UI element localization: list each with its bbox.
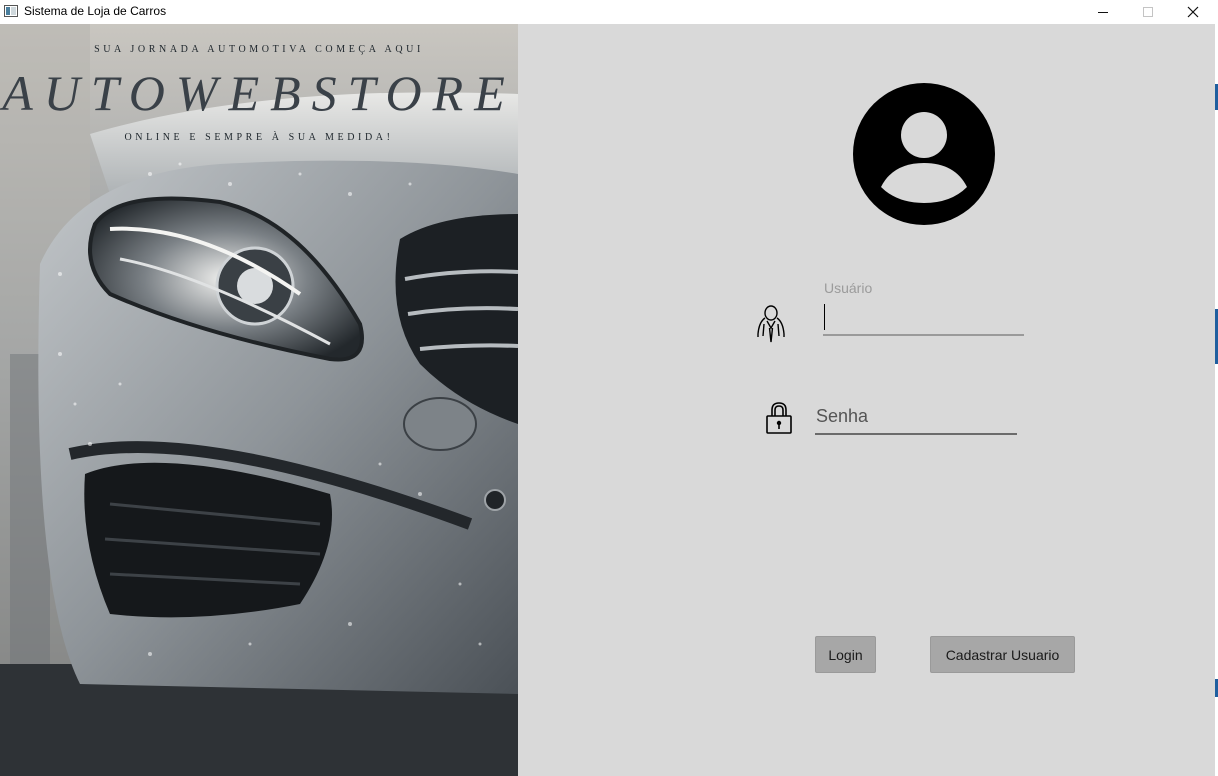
app-icon — [4, 5, 18, 17]
text-caret — [824, 304, 825, 330]
padlock-icon — [766, 402, 792, 434]
maximize-button[interactable] — [1125, 0, 1171, 24]
hero-tagline-bottom: ONLINE E SEMPRE À SUA MEDIDA! — [124, 132, 394, 143]
window-title: Sistema de Loja de Carros — [24, 4, 167, 18]
close-icon — [1187, 6, 1199, 18]
hero-tagline-top: SUA JORNADA AUTOMOTIVA COMEÇA AQUI — [94, 44, 424, 55]
register-user-button[interactable]: Cadastrar Usuario — [930, 636, 1075, 673]
hero-panel: SUA JORNADA AUTOMOTIVA COMEÇA AQUI AUTOW… — [0, 24, 518, 776]
username-label: Usuário — [824, 280, 873, 296]
login-panel: Usuário Login Cadastrar Usuario — [518, 24, 1215, 776]
minimize-icon — [1098, 12, 1108, 13]
brand-logo-text: AUTOWEBSTORE — [2, 65, 516, 121]
login-button[interactable]: Login — [815, 636, 876, 673]
close-button[interactable] — [1170, 0, 1216, 24]
username-field[interactable] — [823, 302, 1024, 336]
user-person-icon — [757, 305, 785, 343]
account-circle-icon — [853, 83, 995, 225]
title-bar: Sistema de Loja de Carros — [0, 0, 1218, 24]
password-field[interactable] — [815, 400, 1017, 435]
minimize-button[interactable] — [1080, 0, 1126, 24]
maximize-icon — [1143, 7, 1153, 17]
